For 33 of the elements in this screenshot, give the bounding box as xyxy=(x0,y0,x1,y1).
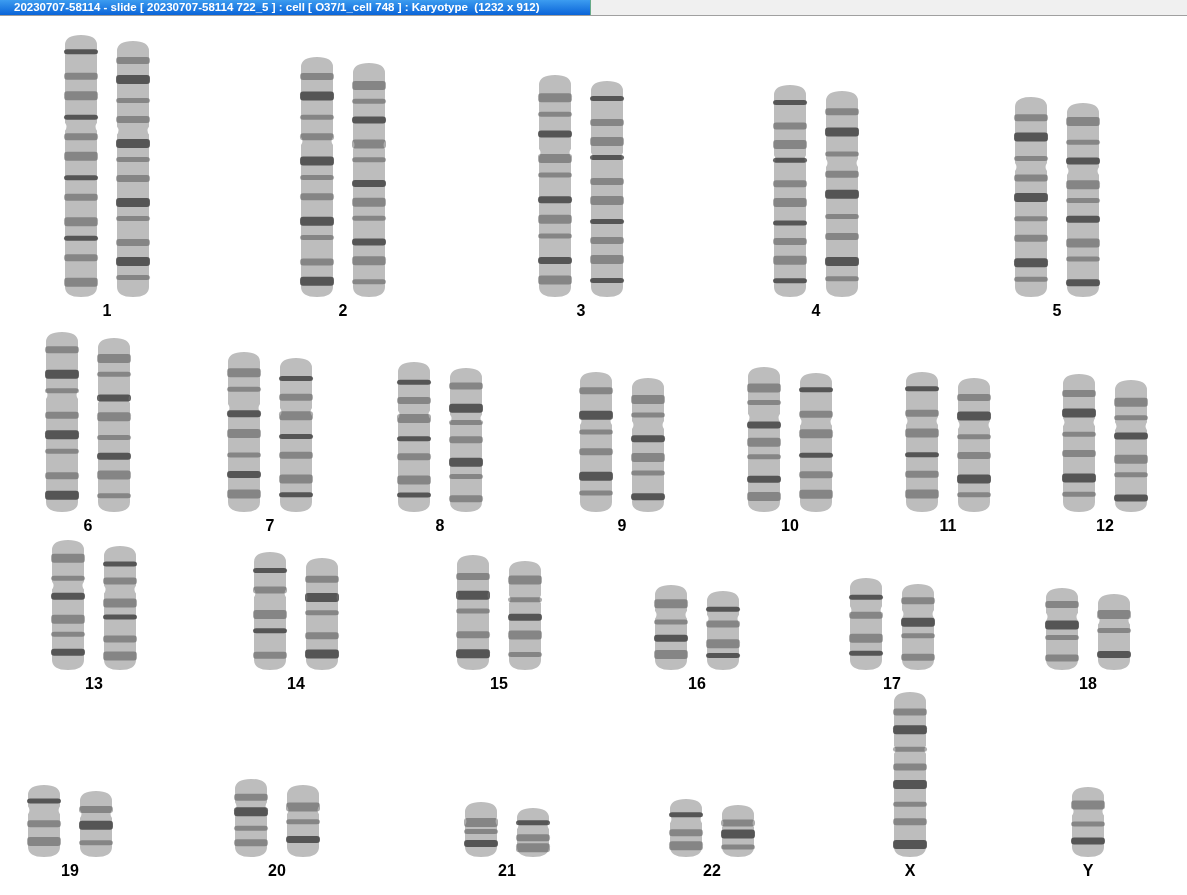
chromosome-drawing xyxy=(76,791,116,857)
chromosome-drawing xyxy=(461,802,501,857)
chromosome-label: 19 xyxy=(61,861,79,881)
chromosome-label: 15 xyxy=(490,674,508,694)
chromosome-drawing xyxy=(283,785,323,857)
chromosome-label: 10 xyxy=(781,516,799,536)
chromosome-label: 7 xyxy=(265,516,275,536)
chromosome-label: 6 xyxy=(83,516,93,536)
chromosome-label: 17 xyxy=(883,674,901,694)
chromosome-label: 18 xyxy=(1079,674,1097,694)
chromosome-drawing xyxy=(666,799,706,857)
chromosome-drawing xyxy=(718,805,758,857)
chromosome-label: Y xyxy=(1082,861,1094,881)
chromosome-label: 2 xyxy=(338,301,348,321)
chromosome-label: 12 xyxy=(1096,516,1114,536)
chromosome-label: 4 xyxy=(811,301,821,321)
chromosome-label: X xyxy=(904,861,916,881)
chromosome-label: 5 xyxy=(1052,301,1062,321)
chromosome-label: 22 xyxy=(703,861,721,881)
chromosome-label: 16 xyxy=(688,674,706,694)
chromosome-label: 9 xyxy=(617,516,627,536)
chromosome-label: 13 xyxy=(85,674,103,694)
chromosome-label: 1 xyxy=(102,301,112,321)
chromosome-drawing xyxy=(1068,787,1108,857)
window-title: 20230707-58114 - slide [ 20230707-58114 722_5 ] : cell [ O37/1_cell 748 ] : Karyotype (1232 x 912) xyxy=(0,0,591,15)
chromosome-drawing xyxy=(513,808,553,857)
chromosome-label: 21 xyxy=(498,861,516,881)
chromosome-label: 11 xyxy=(939,516,957,536)
chromosome-label: 3 xyxy=(576,301,586,321)
chromosome-label: 20 xyxy=(268,861,286,881)
chromosome-drawing xyxy=(24,785,64,857)
chromosome-label: 14 xyxy=(287,674,305,694)
chromosome-label: 8 xyxy=(435,516,445,536)
